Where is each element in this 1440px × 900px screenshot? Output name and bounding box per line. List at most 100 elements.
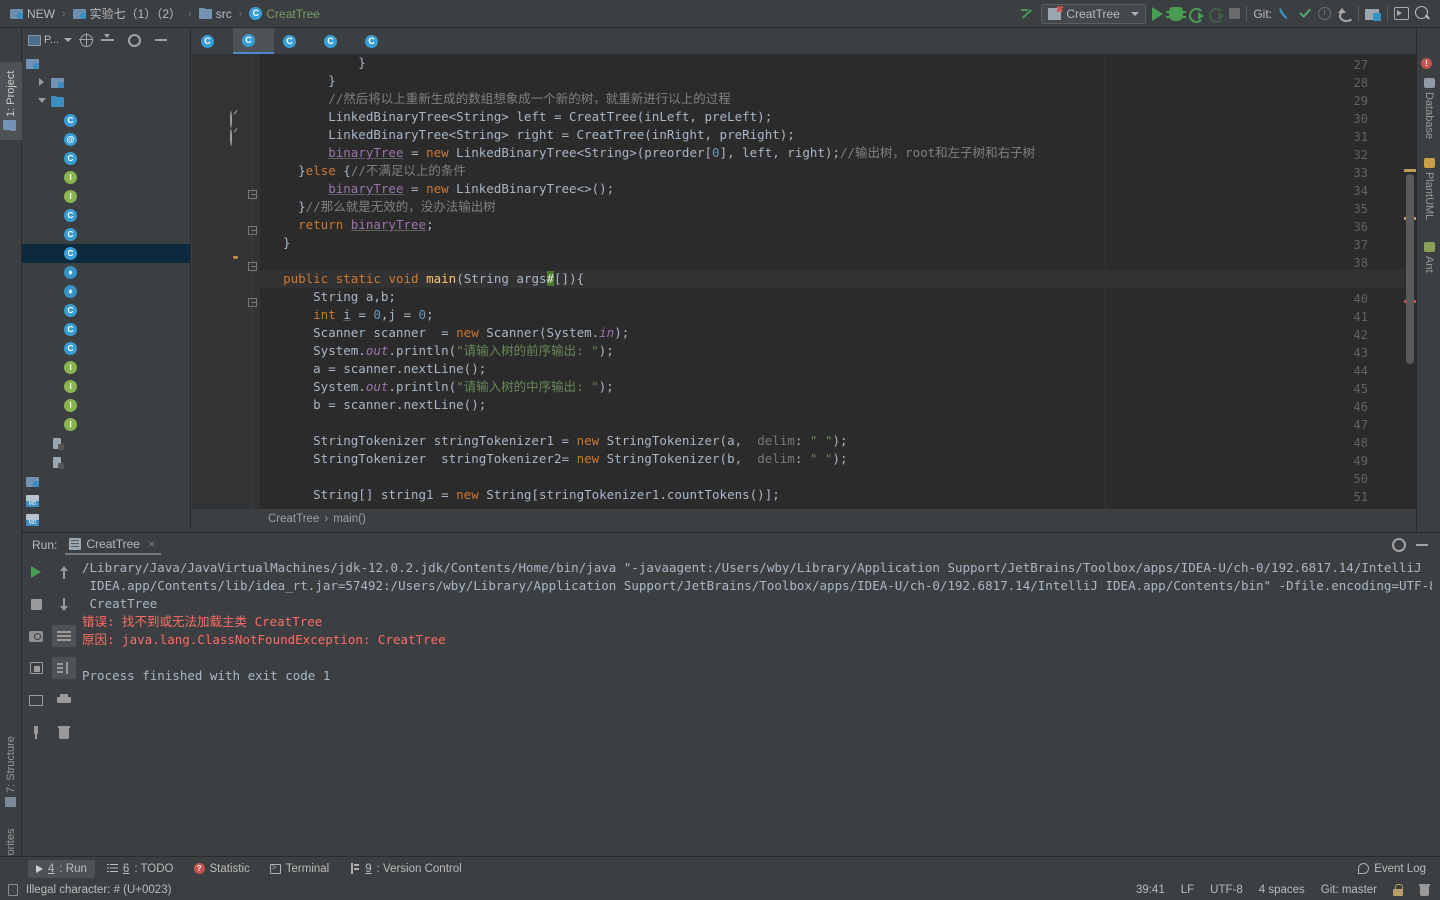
console-output[interactable]: /Library/Java/JavaVirtualMachines/jdk-12…	[82, 559, 1432, 855]
breadcrumb-item-src[interactable]: src	[195, 5, 236, 23]
code-line[interactable]: StringTokenizer stringTokenizer1 = new S…	[260, 432, 1416, 450]
code-line[interactable]: LinkedBinaryTree<String> right = CreatTr…	[260, 126, 1416, 144]
breadcrumb-class[interactable]: CreatTree	[268, 513, 319, 525]
tree-node[interactable]: I	[22, 377, 190, 396]
tree-node[interactable]	[22, 453, 190, 472]
git-branch[interactable]: Git: master	[1321, 884, 1377, 896]
code-line[interactable]	[260, 468, 1416, 486]
search-icon[interactable]	[1415, 6, 1430, 21]
tree-node[interactable]: @	[22, 130, 190, 149]
undo-icon[interactable]	[1337, 7, 1354, 22]
fold-marker[interactable]	[248, 262, 257, 271]
close-icon[interactable]: ×	[148, 537, 155, 551]
editor-tab[interactable]: C	[356, 28, 397, 54]
tree-node[interactable]: I	[22, 187, 190, 206]
history-icon[interactable]	[1318, 7, 1331, 20]
tree-node[interactable]	[22, 54, 190, 73]
code-line[interactable]: }	[260, 72, 1416, 90]
lock-icon[interactable]	[1393, 884, 1403, 896]
tree-node[interactable]	[22, 510, 190, 529]
code-line[interactable]	[260, 252, 1416, 270]
tree-node[interactable]: C	[22, 301, 190, 320]
tree-node[interactable]: I	[22, 168, 190, 187]
gear-icon[interactable]	[128, 33, 142, 47]
tree-node[interactable]: ♦	[22, 263, 190, 282]
code-line[interactable]: System.out.println("请输入树的中序输出: ");	[260, 378, 1416, 396]
code-line[interactable]	[260, 414, 1416, 432]
code-line[interactable]: }	[260, 234, 1416, 252]
profile-icon[interactable]	[1209, 7, 1225, 23]
code-editor[interactable]: 2728293031323334353637383940414243444546…	[192, 54, 1416, 509]
chevron-down-icon[interactable]	[38, 97, 47, 106]
run-configuration-selector[interactable]: CreatTree	[1041, 3, 1147, 24]
breadcrumb-item-project[interactable]: 实验七（1）（2）	[69, 3, 185, 24]
run-tab-creattree[interactable]: CreatTree ×	[65, 535, 161, 555]
code-line[interactable]: String[] string1 = new String[stringToke…	[260, 486, 1416, 504]
code-line[interactable]: //然后将以上重新生成的数组想象成一个新的树，就重新进行以上的过程	[260, 90, 1416, 108]
event-log-button[interactable]: Event Log	[1358, 863, 1440, 875]
code-line[interactable]: binaryTree = new LinkedBinaryTree<>();	[260, 180, 1416, 198]
git-update-icon[interactable]	[1278, 7, 1292, 21]
tool-button-todo[interactable]: 6 : TODO	[99, 860, 182, 878]
editor-gutter[interactable]	[192, 54, 260, 509]
editor-tab[interactable]: C	[233, 28, 274, 54]
stop-button[interactable]	[24, 593, 48, 615]
fold-marker[interactable]	[248, 190, 257, 199]
coverage-icon[interactable]	[1189, 7, 1205, 23]
trash-icon[interactable]	[1419, 884, 1430, 896]
breadcrumb-item-creattree[interactable]: C CreatTree	[245, 5, 324, 23]
tree-node[interactable]: C	[22, 320, 190, 339]
code-line[interactable]: StringTokenizer stringTokenizer2= new St…	[260, 450, 1416, 468]
window-icon[interactable]	[1394, 7, 1409, 20]
target-icon[interactable]	[79, 32, 94, 47]
tree-node[interactable]: ♦	[22, 282, 190, 301]
back-arrow-icon[interactable]	[1019, 6, 1035, 22]
clear-all-button[interactable]	[52, 721, 76, 743]
recursion-icon[interactable]	[230, 129, 244, 146]
code-line[interactable]: return binaryTree;	[260, 216, 1416, 234]
rerun-button[interactable]	[24, 561, 48, 583]
sidebar-item-database[interactable]: Database	[1401, 78, 1440, 152]
line-separator[interactable]: LF	[1181, 884, 1194, 896]
collapse-all-icon[interactable]	[101, 33, 115, 47]
tree-node[interactable]: C	[22, 244, 190, 263]
down-stacktrace-button[interactable]	[52, 593, 76, 615]
export-button[interactable]	[24, 657, 48, 679]
file-encoding[interactable]: UTF-8	[1210, 884, 1243, 896]
tree-node[interactable]: I	[22, 415, 190, 434]
tree-node[interactable]: I	[22, 358, 190, 377]
scroll-to-end-button[interactable]	[52, 657, 76, 679]
bug-icon[interactable]	[1166, 6, 1187, 21]
breadcrumb-method[interactable]: main()	[333, 513, 366, 525]
project-panel-title[interactable]: P...	[28, 34, 73, 46]
soft-wrap-button[interactable]	[52, 625, 76, 647]
tree-node[interactable]	[22, 491, 190, 510]
code-line[interactable]: a = scanner.nextLine();	[260, 360, 1416, 378]
indent-setting[interactable]: 4 spaces	[1259, 884, 1305, 896]
code-line[interactable]: }	[260, 54, 1416, 72]
layout-button[interactable]	[24, 689, 48, 711]
tree-node[interactable]	[22, 434, 190, 453]
code-line[interactable]: }//那么就是无效的，没办法输出树	[260, 198, 1416, 216]
sidebar-item-plantuml[interactable]: PlantUML	[1401, 158, 1440, 236]
code-line[interactable]: System.out.println("请输入树的前序输出: ");	[260, 342, 1416, 360]
play-icon[interactable]	[1152, 6, 1164, 21]
tool-button-terminal[interactable]: Terminal	[262, 860, 337, 878]
git-commit-icon[interactable]	[1298, 7, 1312, 21]
fold-marker[interactable]	[248, 226, 257, 235]
minus-icon[interactable]	[155, 39, 168, 41]
tree-node[interactable]: C	[22, 225, 190, 244]
tool-button-version-control[interactable]: 9 : Version Control	[341, 860, 469, 878]
code-line[interactable]: int i = 0,j = 0;	[260, 306, 1416, 324]
code-line[interactable]: public static void main(String args#[]){	[260, 270, 1416, 288]
caret-position[interactable]: 39:41	[1136, 884, 1165, 896]
breadcrumb-item-new[interactable]: NEW	[6, 5, 59, 23]
intention-bulb-icon[interactable]	[230, 256, 244, 270]
code-line[interactable]: LinkedBinaryTree<String> left = CreatTre…	[260, 108, 1416, 126]
tool-button-statistic[interactable]: ? Statistic	[186, 860, 258, 878]
code-line[interactable]: String a,b;	[260, 288, 1416, 306]
editor-tab[interactable]: C	[192, 28, 233, 54]
recursion-icon[interactable]	[230, 111, 244, 128]
editor-tab[interactable]: C	[274, 28, 315, 54]
code-line[interactable]: }else {//不满足以上的条件	[260, 162, 1416, 180]
